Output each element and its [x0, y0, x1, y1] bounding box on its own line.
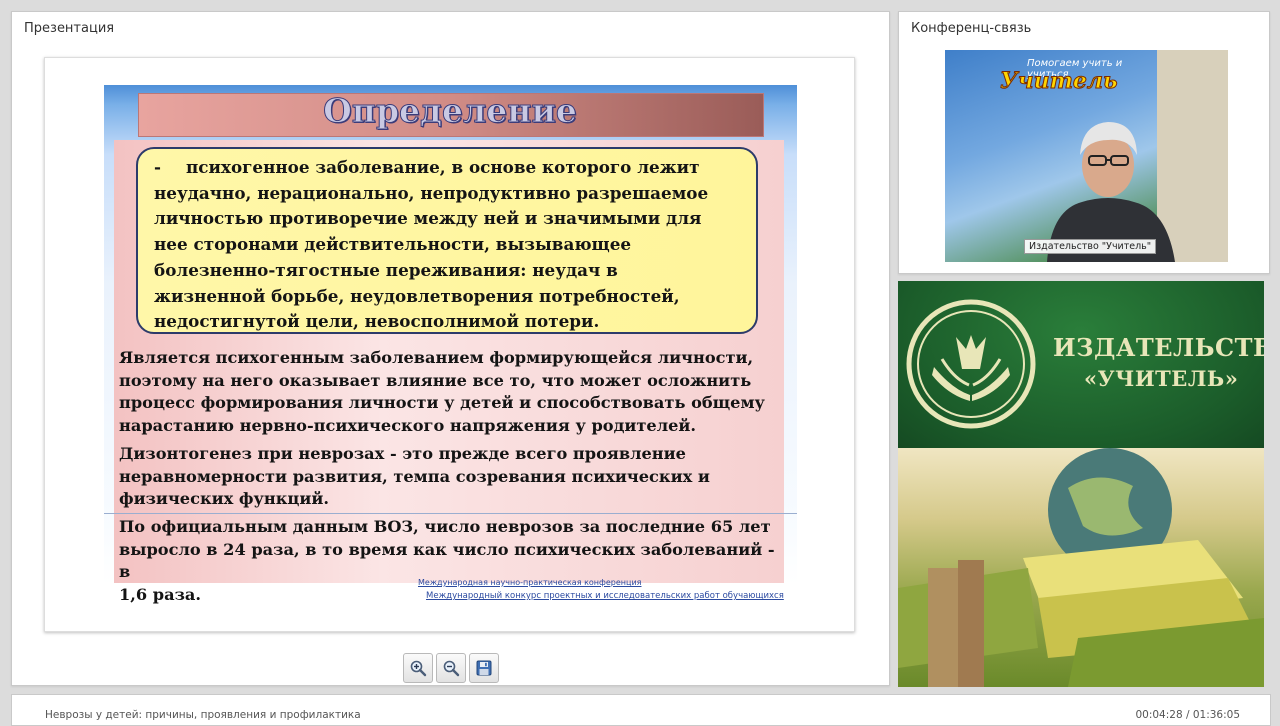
definition-line: личностью противоречие между ней и значи…	[154, 208, 702, 229]
slide-paragraph-1: Является психогенным заболеванием формир…	[119, 348, 765, 436]
definition-line: жизненной борьбе, неудовлетворения потре…	[154, 285, 680, 306]
definition-line: нее сторонами действительности, вызывающ…	[154, 234, 632, 255]
slide-footer-link-conference[interactable]: Международная научно-практическая конфер…	[418, 578, 641, 587]
zoom-in-icon	[410, 660, 427, 677]
presentation-panel-title: Презентация	[24, 21, 115, 36]
video-caption: Издательство "Учитель"	[1024, 239, 1157, 254]
publisher-banner-top: ИЗДАТЕЛЬСТВО «УЧИТЕЛЬ»	[898, 281, 1264, 448]
publisher-name-line-1: ИЗДАТЕЛЬСТВО	[1053, 333, 1264, 362]
slide: Определение - психогенное заболевание, в …	[104, 85, 797, 604]
slide-viewer[interactable]: Определение - психогенное заболевание, в …	[44, 57, 855, 632]
definition-text: - психогенное заболевание, в основе котор…	[154, 155, 750, 335]
status-bar: Неврозы у детей: причины, проявления и п…	[11, 694, 1271, 726]
books-globe-illustration	[898, 448, 1264, 687]
slide-title: Определение	[323, 91, 578, 131]
lecture-title: Неврозы у детей: причины, проявления и п…	[45, 709, 361, 721]
slide-footer-link-contest[interactable]: Международный конкурс проектных и исслед…	[426, 591, 784, 601]
zoom-out-icon	[443, 660, 460, 677]
publisher-banner: ИЗДАТЕЛЬСТВО «УЧИТЕЛЬ»	[898, 281, 1264, 687]
definition-line: недостигнутой цели, невосполнимой потери…	[154, 311, 600, 332]
definition-line: неудачно, нерационально, непродуктивно р…	[154, 182, 709, 203]
publisher-name-line-2: «УЧИТЕЛЬ»	[1084, 366, 1239, 391]
zoom-in-button[interactable]	[403, 653, 433, 683]
definition-line: болезненно-тягостные переживания: неудач…	[154, 259, 618, 280]
slide-paragraph-2: Дизонтогенез при неврозах - это прежде в…	[119, 443, 710, 509]
presentation-panel: Презентация Определение - психогенное заб…	[11, 11, 890, 686]
zoom-out-button[interactable]	[436, 653, 466, 683]
video-feed[interactable]: Помогаем учить и учиться Учитель Издател…	[945, 50, 1228, 262]
slide-body: Является психогенным заболеванием формир…	[119, 347, 784, 612]
publisher-logo-icon	[906, 299, 1036, 429]
publisher-banner-photo	[898, 448, 1264, 687]
conference-panel: Конференц-связь Помогаем учить и учиться…	[898, 11, 1270, 274]
save-button[interactable]	[469, 653, 499, 683]
playback-time: 00:04:28 / 01:36:05	[1135, 709, 1240, 721]
definition-box: - психогенное заболевание, в основе котор…	[136, 147, 758, 334]
definition-line: - психогенное заболевание, в основе котор…	[154, 155, 750, 181]
conference-panel-title: Конференц-связь	[911, 21, 1032, 36]
save-icon	[476, 660, 492, 676]
video-banner-logo: Учитель	[999, 68, 1118, 95]
definition-dash: -	[154, 157, 161, 177]
